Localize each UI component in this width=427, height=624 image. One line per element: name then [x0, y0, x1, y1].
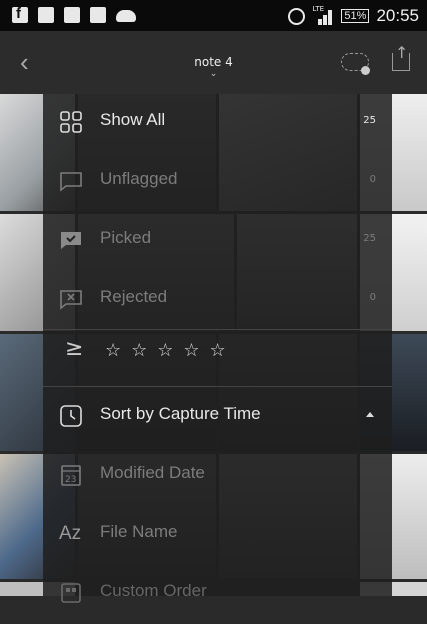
greater-equal-icon: ≥ — [65, 336, 84, 361]
cloud-sync-icon[interactable] — [341, 53, 370, 75]
az-icon: Az — [59, 523, 82, 544]
signal-icon: LTE — [312, 4, 334, 25]
menu-label: File Name — [100, 522, 178, 541]
mail-icon — [64, 7, 80, 23]
status-time: 20:55 — [376, 6, 419, 25]
alarm-icon — [288, 7, 306, 25]
calendar-icon: 23 — [61, 465, 81, 486]
caret-up-icon[interactable] — [366, 412, 374, 417]
status-bar: LTE 51% 20:55 — [0, 0, 427, 31]
menu-label: Unflagged — [100, 169, 178, 188]
menu-item-modified-date[interactable]: 23 Modified Date — [43, 447, 392, 506]
filter-sort-menu: Show All 25 Unflagged 0 Picked 25 Reject… — [43, 94, 392, 603]
menu-item-rejected[interactable]: Rejected 0 — [43, 271, 392, 330]
menu-count: 0 — [369, 174, 376, 185]
cloud-icon — [116, 10, 136, 22]
image-icon — [90, 7, 106, 23]
share-icon[interactable] — [392, 43, 410, 71]
menu-label: Sort by Capture Time — [100, 404, 261, 423]
menu-count: 25 — [363, 233, 376, 244]
menu-count: 25 — [363, 115, 376, 126]
menu-item-picked[interactable]: Picked 25 — [43, 212, 392, 271]
clock-icon — [60, 405, 82, 427]
menu-item-unflagged[interactable]: Unflagged 0 — [43, 153, 392, 212]
flag-picked-icon — [61, 232, 81, 249]
menu-divider — [43, 386, 392, 387]
svg-text:23: 23 — [65, 475, 76, 485]
flag-empty-icon — [60, 172, 82, 192]
menu-item-file-name[interactable]: Az File Name — [43, 506, 392, 565]
menu-label: Show All — [100, 110, 166, 129]
menu-item-show-all[interactable]: Show All 25 — [43, 94, 392, 153]
grid-icon — [60, 111, 82, 133]
notification-icon — [38, 7, 54, 23]
menu-count: 0 — [369, 292, 376, 303]
menu-item-custom-order[interactable]: Custom Order — [43, 565, 392, 624]
flag-rejected-icon — [60, 290, 82, 310]
rating-filter[interactable]: ≥ ☆☆☆☆☆ — [43, 330, 392, 386]
menu-label: Picked — [100, 228, 152, 247]
star-rating[interactable]: ☆☆☆☆☆ — [105, 340, 236, 361]
custom-order-icon — [61, 583, 81, 603]
battery-level: 51% — [341, 9, 370, 23]
menu-label: Rejected — [100, 287, 168, 306]
menu-label: Custom Order — [100, 581, 207, 600]
menu-label: Modified Date — [100, 463, 205, 482]
top-bar: ‹ note 4 ⌄ — [0, 31, 427, 94]
menu-item-sort-capture-time[interactable]: Sort by Capture Time — [43, 388, 392, 447]
facebook-icon — [12, 5, 28, 23]
lte-label: LTE — [312, 4, 325, 13]
